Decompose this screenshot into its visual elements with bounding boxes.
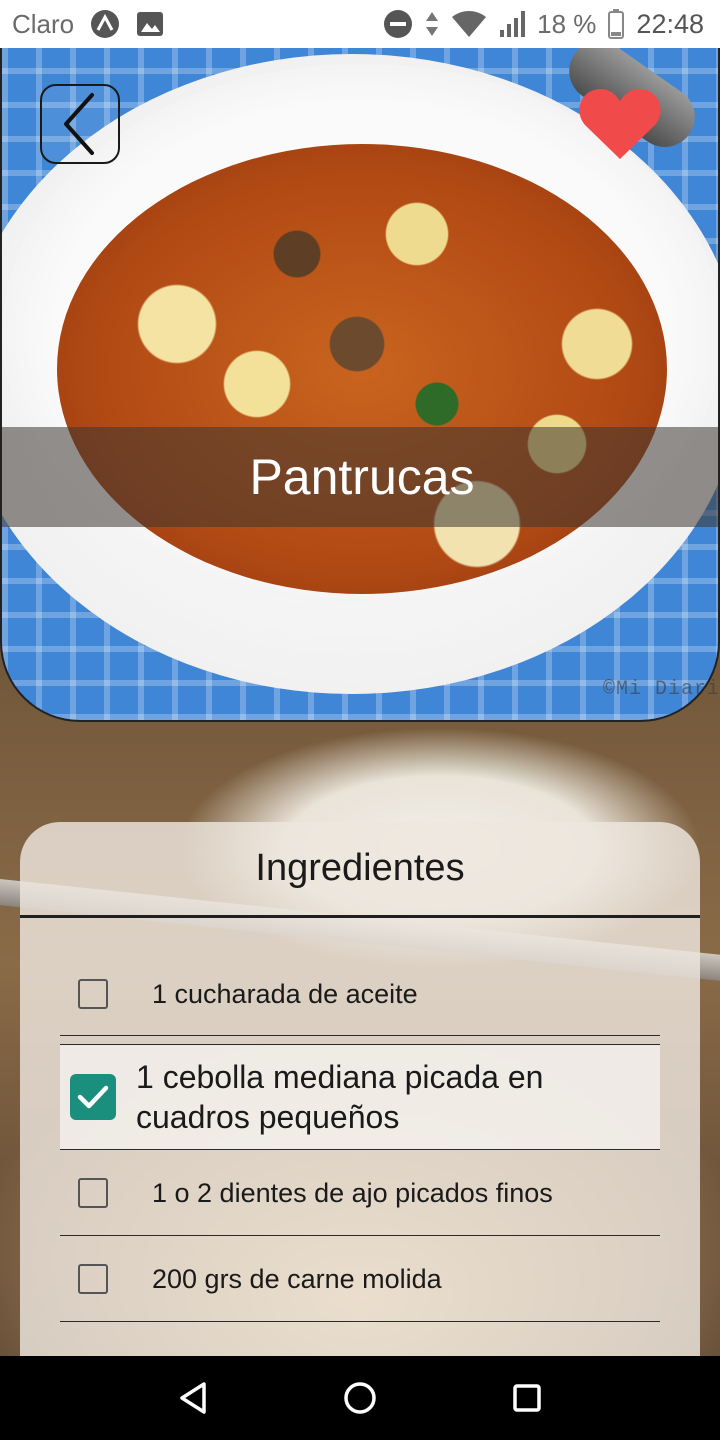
square-recents-icon <box>512 1384 541 1412</box>
battery-icon <box>608 9 625 39</box>
image-notification-icon <box>136 11 164 37</box>
app-notification-icon <box>90 9 120 39</box>
ingredient-label: 200 grs de carne molida <box>152 1263 442 1294</box>
nav-recents-button[interactable] <box>497 1368 557 1428</box>
circle-home-icon <box>344 1382 376 1414</box>
wifi-icon <box>451 10 487 38</box>
checkbox-unchecked[interactable] <box>78 1177 108 1208</box>
back-button[interactable] <box>40 84 120 164</box>
checkbox-checked[interactable] <box>70 1074 116 1120</box>
title-band: Pantrucas <box>2 427 718 527</box>
ingredient-label: 1 cebolla mediana picada en cuadros pequ… <box>136 1059 544 1135</box>
ingredient-label: 1 o 2 dientes de ajo picados finos <box>152 1177 553 1208</box>
image-watermark: ©Mi Diari <box>602 678 720 701</box>
ingredient-item[interactable]: 200 grs de carne molida <box>60 1236 660 1322</box>
ingredient-label: 1 cucharada de aceite <box>152 978 418 1009</box>
recipe-title: Pantrucas <box>249 449 475 505</box>
do-not-disturb-icon <box>383 9 413 39</box>
nav-back-button[interactable] <box>163 1368 223 1428</box>
carrier-name: Claro <box>12 8 75 39</box>
ingredient-item[interactable]: 1 cucharada de aceite <box>60 952 660 1036</box>
cell-signal-icon <box>499 10 526 38</box>
clock: 22:48 <box>636 8 704 39</box>
checkbox-unchecked[interactable] <box>78 1263 108 1294</box>
checkmark-icon <box>77 1085 109 1109</box>
system-navigation-bar <box>0 1356 720 1440</box>
ingredients-title: Ingredientes <box>255 847 465 889</box>
data-transfer-icon <box>425 10 439 38</box>
ingredients-card: Ingredientes 1 cucharada de aceite 1 ceb… <box>20 822 700 1382</box>
ingredient-item-checked[interactable]: 1 cebolla mediana picada en cuadros pequ… <box>60 1044 660 1150</box>
chevron-left-icon <box>64 93 94 155</box>
checkbox-unchecked[interactable] <box>78 978 108 1009</box>
ingredients-header: Ingredientes <box>20 822 700 918</box>
ingredient-item[interactable]: 1 o 2 dientes de ajo picados finos <box>60 1150 660 1236</box>
heart-icon <box>579 89 661 159</box>
favorite-button[interactable] <box>578 86 662 162</box>
status-bar: Claro 18 % 22:48 <box>0 0 720 48</box>
nav-home-button[interactable] <box>330 1368 390 1428</box>
triangle-back-icon <box>180 1382 207 1414</box>
battery-percent: 18 % <box>537 8 597 39</box>
